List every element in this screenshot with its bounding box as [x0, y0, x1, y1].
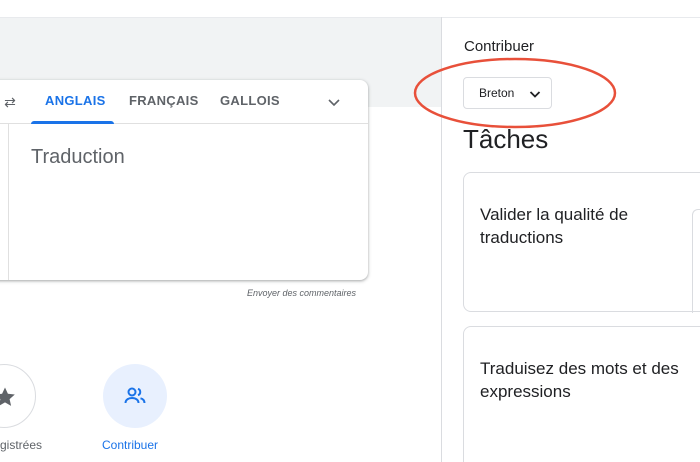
contribute-label: Contribuer: [102, 438, 159, 452]
send-feedback-link[interactable]: Envoyer des commentaires: [247, 288, 356, 298]
contribute-button[interactable]: [103, 364, 167, 428]
task-card-validate[interactable]: Valider la qualité de traductions: [463, 172, 700, 313]
translation-card: ⇄ ANGLAIS FRANÇAIS GALLOIS Traduction: [0, 80, 368, 280]
more-languages-chevron-icon[interactable]: [322, 90, 346, 114]
tasks-heading: Tâches: [463, 124, 549, 154]
language-tabs: ⇄ ANGLAIS FRANÇAIS GALLOIS: [0, 80, 368, 124]
task-card-translate[interactable]: Traduisez des mots et des expressions: [463, 326, 700, 462]
translation-output: Traduction: [31, 146, 125, 168]
panel-title: Contribuer: [464, 38, 535, 55]
tab-francais[interactable]: FRANÇAIS: [129, 80, 199, 124]
top-bar: [0, 0, 441, 17]
task-title: Traduisez des mots et des expressions: [480, 359, 679, 401]
top-divider: [0, 17, 700, 18]
people-icon: [124, 387, 146, 404]
saved-label: gistrées: [0, 438, 43, 452]
star-icon: [0, 387, 15, 406]
highlight-circle: [413, 57, 617, 129]
task-title: Valider la qualité de traductions: [480, 205, 629, 247]
swap-languages-icon[interactable]: ⇄: [0, 90, 22, 114]
card-separator: [8, 124, 9, 280]
tab-anglais[interactable]: ANGLAIS: [45, 80, 106, 124]
active-tab-indicator: [31, 121, 114, 124]
tab-gallois[interactable]: GALLOIS: [220, 80, 280, 124]
task-illustration: [692, 209, 700, 313]
